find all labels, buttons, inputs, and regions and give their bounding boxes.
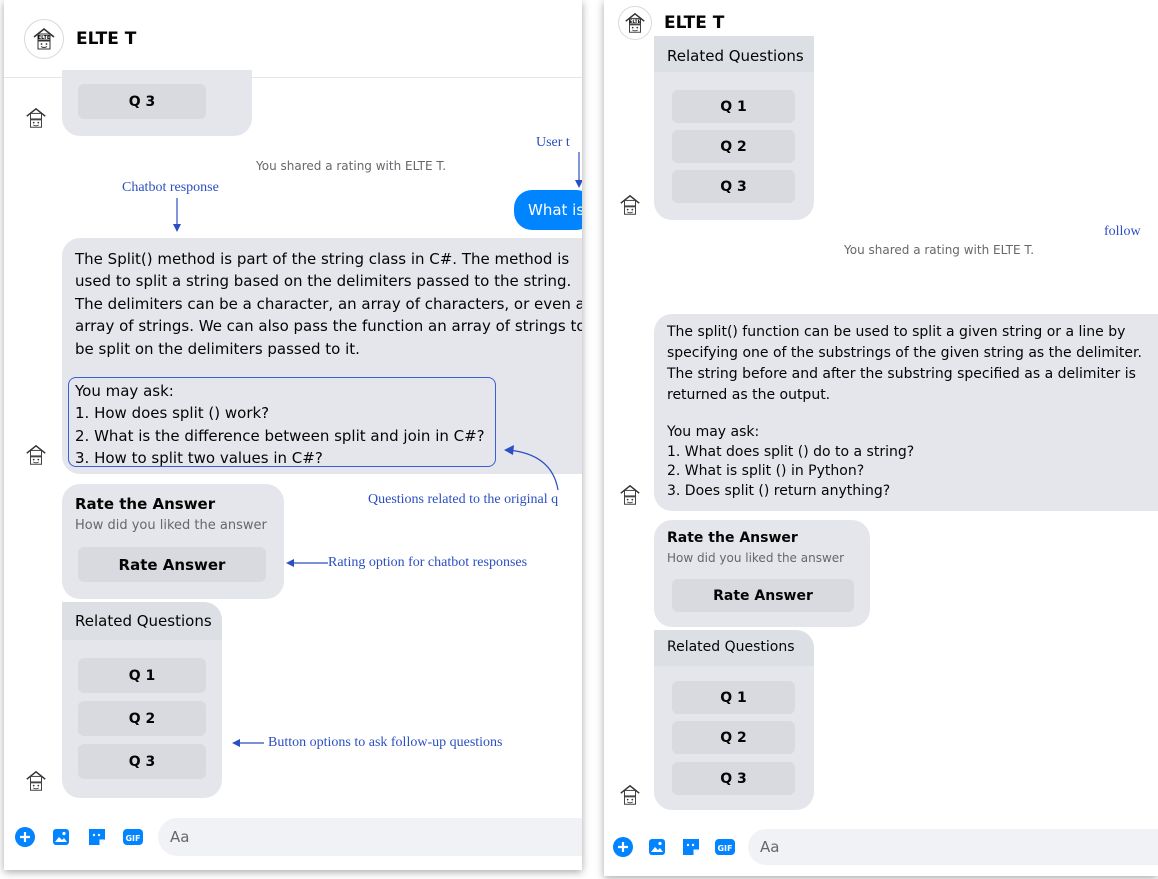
related-question-button-3[interactable]: Q 3 [672,170,795,203]
rating-subtitle: How did you liked the answer [667,551,845,565]
related-questions-title: Related Questions [667,639,795,655]
bot-avatar-icon [617,482,643,508]
gif-icon[interactable]: GIF [122,826,144,848]
rating-title: Rate the Answer [75,495,216,513]
image-icon[interactable] [646,836,668,858]
chat-header: ELTE ELTE T [604,0,1158,46]
annotation-rating-option: Rating option for chatbot responses [328,555,528,570]
annotation-arrow [232,739,264,747]
related-question-button-1[interactable]: Q 1 [672,90,795,123]
bot-avatar-icon [23,105,49,131]
message-composer: GIF Aa [4,818,582,856]
svg-text:GIF: GIF [717,844,732,853]
bot-message-text: The Split() method is part of the string… [75,250,582,358]
chat-title: ELTE T [664,13,725,33]
bot-avatar-icon [617,192,643,218]
annotation-questions-related: Questions related to the original q [368,492,559,507]
message-input[interactable]: Aa [748,829,1158,865]
bot-avatar-icon [23,442,49,468]
related-question-button-1[interactable]: Q 1 [78,658,206,693]
sticker-icon[interactable] [680,836,702,858]
annotation-user-text: User t [536,135,570,150]
chat-panel-left: ELTE ELTE T Q 3 User t You shared a rati… [4,0,582,870]
chat-header: ELTE ELTE T [4,0,582,78]
plus-icon[interactable] [612,836,634,858]
system-message: You shared a rating with ELTE T. [844,243,1035,257]
related-questions-title: Related Questions [75,612,212,630]
bot-message-text: The split() function can be used to spli… [667,324,1142,403]
annotation-chatbot-response: Chatbot response [122,180,219,195]
you-may-ask-list: You may ask: 1. What does split () do to… [667,424,915,499]
related-question-button-3[interactable]: Q 3 [672,762,795,795]
plus-icon[interactable] [14,826,36,848]
bot-avatar-icon[interactable]: ELTE [618,6,652,40]
related-question-button-2[interactable]: Q 2 [78,701,206,736]
annotation-arrow [575,152,582,188]
rate-answer-button[interactable]: Rate Answer [78,547,266,582]
related-question-button-2[interactable]: Q 2 [672,130,795,163]
gif-icon[interactable]: GIF [714,836,736,858]
annotation-button-options: Button options to ask follow-up question… [268,735,503,750]
svg-text:GIF: GIF [125,834,140,843]
bot-avatar-icon [617,782,643,808]
bot-avatar-icon [23,768,49,794]
sticker-icon[interactable] [86,826,108,848]
message-input[interactable]: Aa [158,818,582,856]
image-icon[interactable] [50,826,72,848]
user-message-bubble: What is [514,190,582,230]
you-may-ask-list: You may ask: 1. How does split () work? … [75,382,485,468]
related-question-button[interactable]: Q 3 [78,84,206,119]
rating-title: Rate the Answer [667,530,798,546]
bot-avatar-icon[interactable]: ELTE [24,18,64,59]
svg-text:ELTE: ELTE [629,19,641,25]
related-question-button-3[interactable]: Q 3 [78,744,206,779]
svg-text:ELTE: ELTE [38,35,51,41]
message-composer: GIF Aa [604,829,1158,865]
rating-subtitle: How did you liked the answer [75,518,267,533]
chat-panel-right: ELTE ELTE T Related Questions Q 1 Q 2 Q … [604,0,1158,876]
chat-title: ELTE T [76,28,137,49]
related-question-button-2[interactable]: Q 2 [672,721,795,754]
system-message: You shared a rating with ELTE T. [256,159,447,173]
annotation-arrow [504,445,559,491]
related-question-button-1[interactable]: Q 1 [672,681,795,714]
annotation-arrow [173,198,181,232]
annotation-follow: follow [1104,224,1141,239]
rate-answer-button[interactable]: Rate Answer [672,579,854,612]
annotation-arrow [286,559,328,567]
related-questions-title: Related Questions [667,47,804,65]
